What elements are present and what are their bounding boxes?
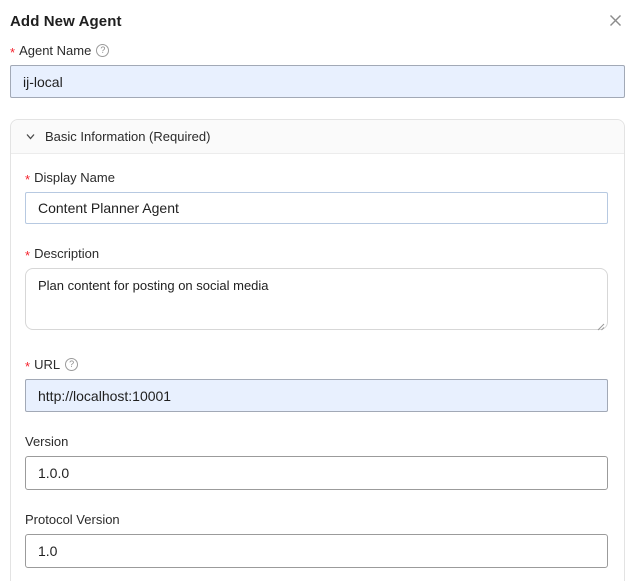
agent-name-field-group: * Agent Name ? xyxy=(10,43,625,98)
add-new-agent-modal: Add New Agent * Agent Name ? Basic xyxy=(0,0,640,581)
display-name-input[interactable] xyxy=(25,192,608,224)
required-asterisk: * xyxy=(25,249,30,262)
modal-title: Add New Agent xyxy=(10,13,122,30)
protocol-version-label: Protocol Version xyxy=(25,512,608,527)
help-icon[interactable]: ? xyxy=(65,358,78,371)
basic-information-body: * Display Name * Description Plan conten… xyxy=(11,154,624,581)
description-label-text: Description xyxy=(34,246,99,261)
url-input[interactable] xyxy=(25,379,608,412)
chevron-down-icon xyxy=(25,131,36,142)
url-label-text: URL xyxy=(34,357,60,372)
version-label: Version xyxy=(25,434,608,449)
url-field-group: * URL ? xyxy=(25,357,608,412)
display-name-label-text: Display Name xyxy=(34,170,115,185)
protocol-version-label-text: Protocol Version xyxy=(25,512,120,527)
basic-information-title: Basic Information (Required) xyxy=(45,129,210,144)
version-label-text: Version xyxy=(25,434,68,449)
agent-name-input[interactable] xyxy=(10,65,625,98)
version-input[interactable] xyxy=(25,456,608,490)
description-label: * Description xyxy=(25,246,608,261)
close-button[interactable] xyxy=(606,11,625,30)
close-icon xyxy=(608,13,623,28)
protocol-version-field-group: Protocol Version xyxy=(25,512,608,568)
display-name-label: * Display Name xyxy=(25,170,608,185)
agent-name-label-text: Agent Name xyxy=(19,43,91,58)
basic-information-panel: Basic Information (Required) * Display N… xyxy=(10,119,625,581)
url-label: * URL ? xyxy=(25,357,608,372)
description-textarea[interactable]: Plan content for posting on social media xyxy=(25,268,608,330)
basic-information-header[interactable]: Basic Information (Required) xyxy=(11,120,624,154)
required-asterisk: * xyxy=(10,46,15,59)
display-name-field-group: * Display Name xyxy=(25,170,608,224)
modal-header: Add New Agent xyxy=(10,13,625,30)
required-asterisk: * xyxy=(25,360,30,373)
resize-handle-icon[interactable] xyxy=(596,322,605,331)
agent-name-label: * Agent Name ? xyxy=(10,43,625,58)
version-field-group: Version xyxy=(25,434,608,490)
protocol-version-input[interactable] xyxy=(25,534,608,568)
required-asterisk: * xyxy=(25,173,30,186)
description-field-group: * Description Plan content for posting o… xyxy=(25,246,608,335)
help-icon[interactable]: ? xyxy=(96,44,109,57)
